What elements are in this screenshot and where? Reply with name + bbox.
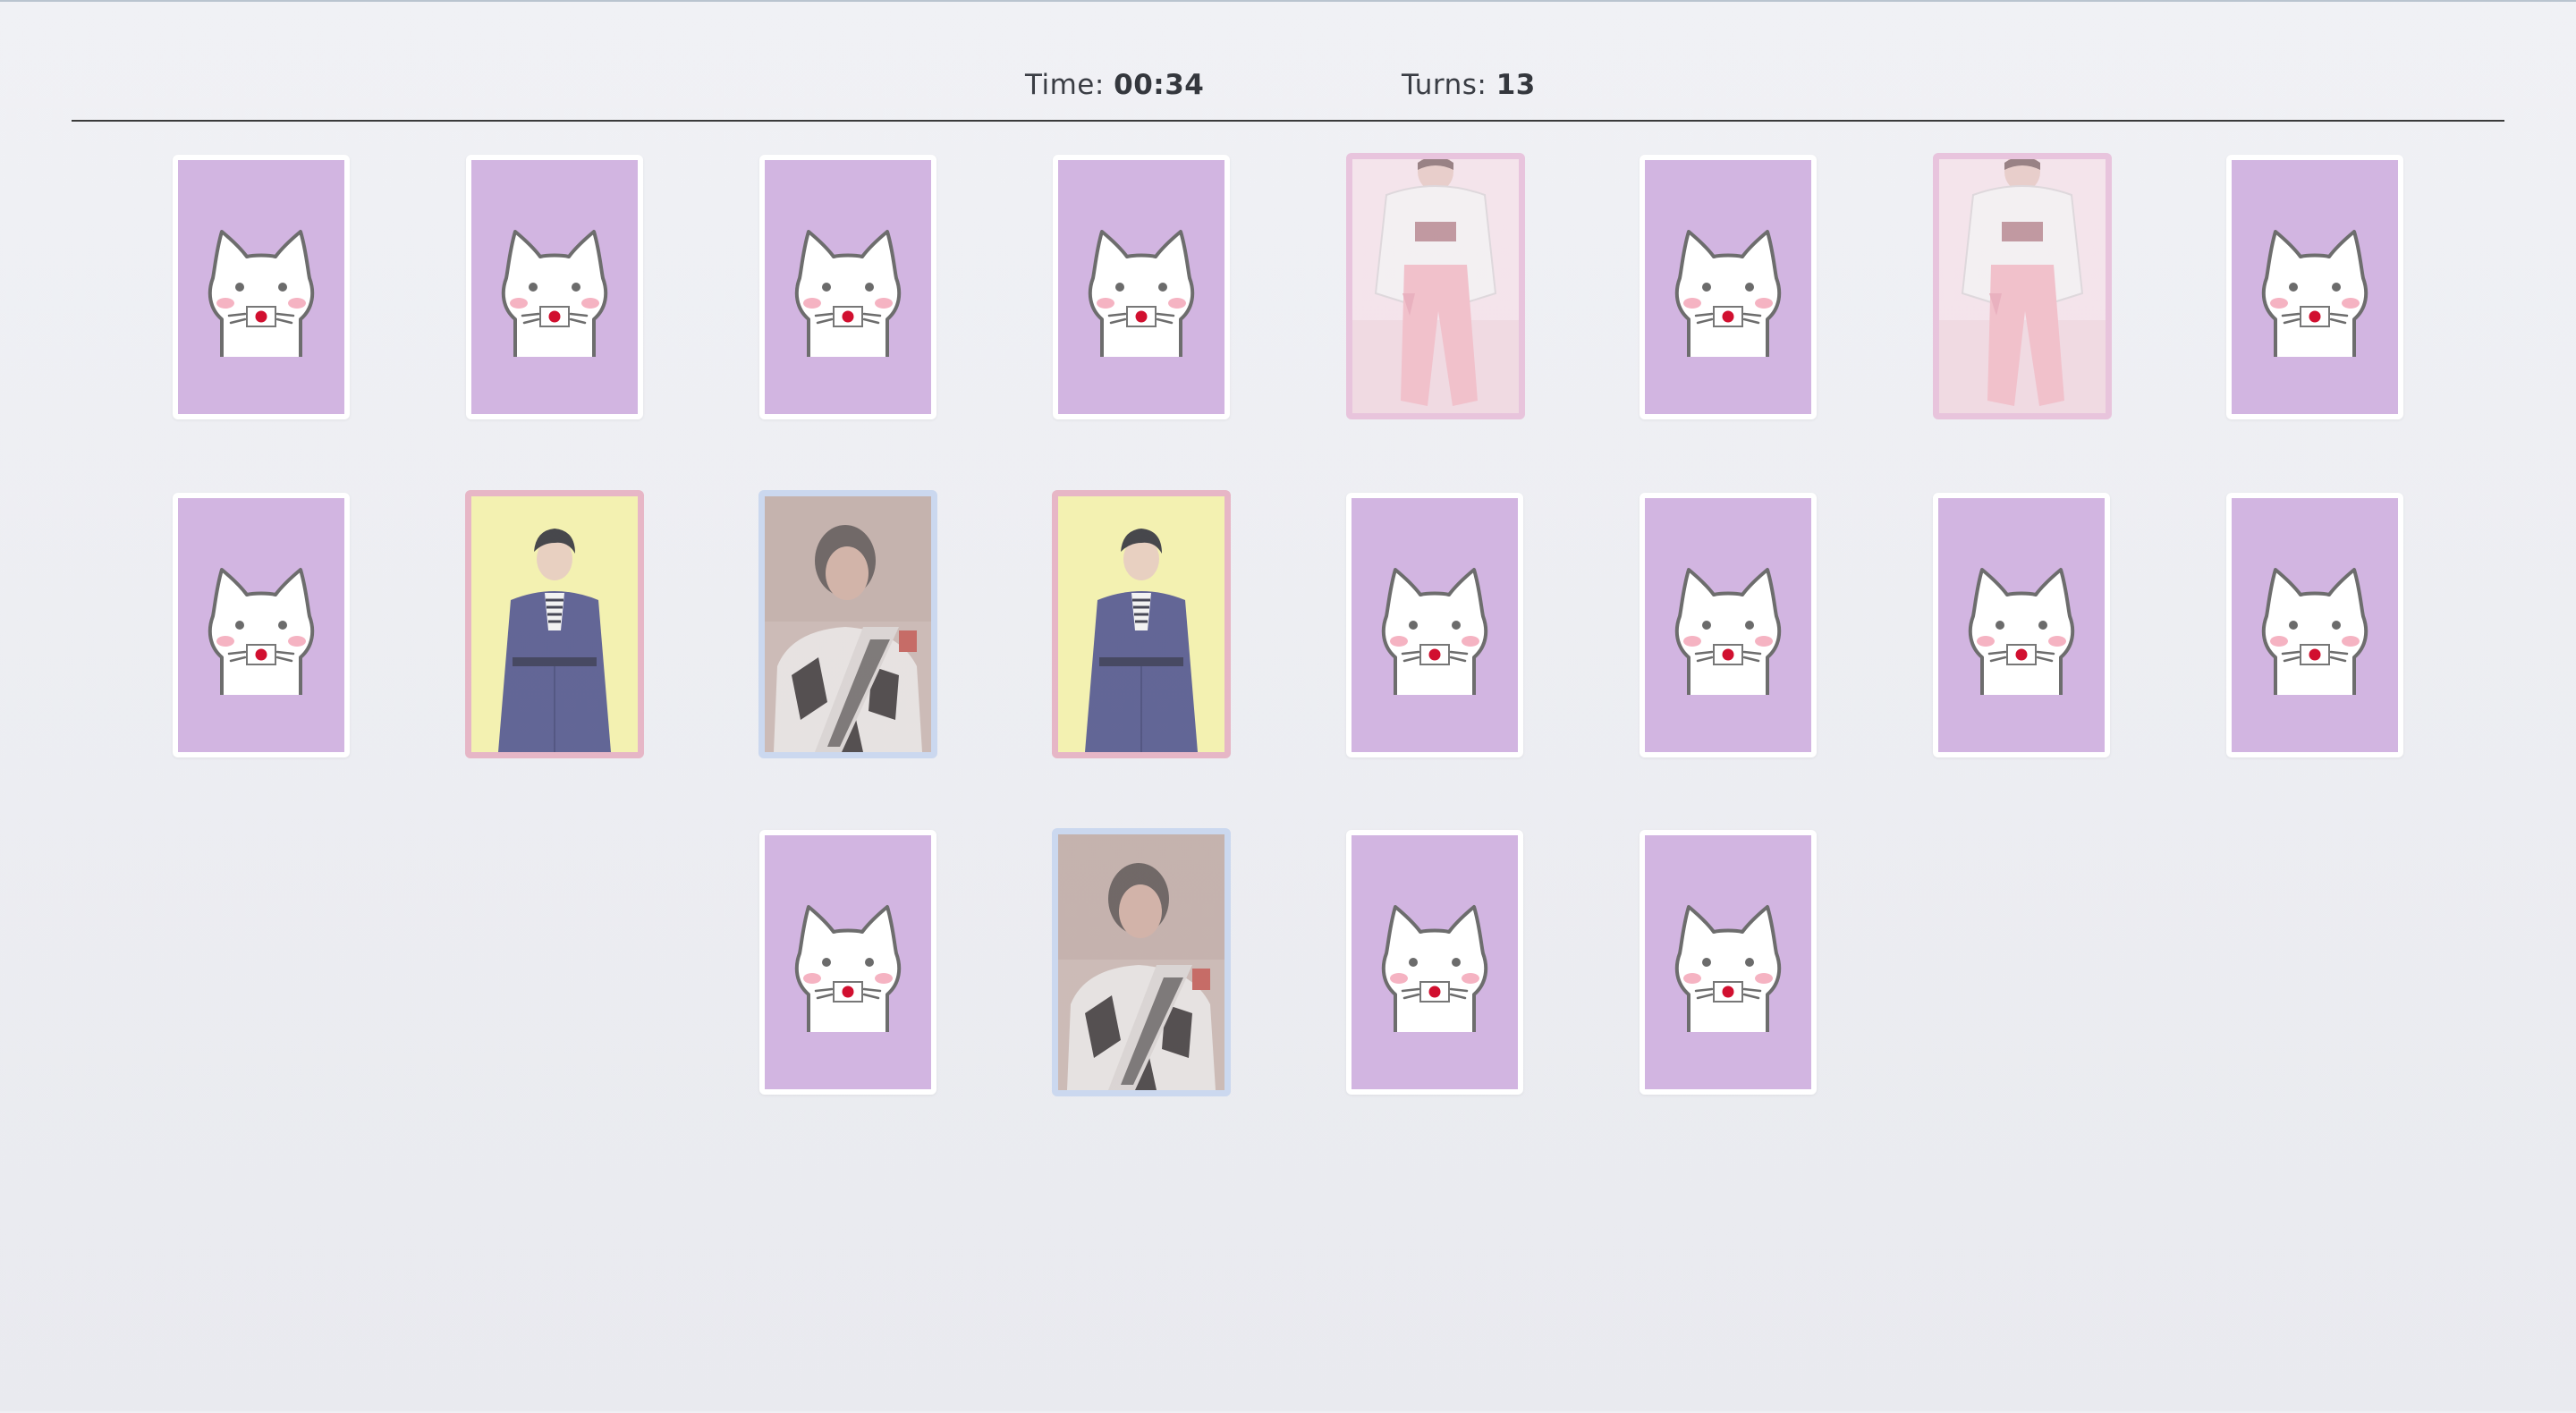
- cat-icon: [2256, 223, 2374, 357]
- card-back[interactable]: [1640, 155, 1817, 419]
- card-revealed-pink-outfit[interactable]: [1346, 153, 1525, 419]
- person-yellow-background-photo: [471, 496, 638, 752]
- cat-icon: [2256, 561, 2374, 695]
- person-patterned-jacket-photo: [765, 496, 931, 752]
- cat-icon: [789, 223, 907, 357]
- card-back[interactable]: [759, 830, 936, 1095]
- card-back[interactable]: [1640, 830, 1817, 1095]
- person-pink-outfit-photo: [1352, 159, 1519, 413]
- card-revealed-patterned-jacket[interactable]: [1052, 828, 1231, 1096]
- card-revealed-pink-outfit[interactable]: [1933, 153, 2112, 419]
- card-revealed-yellow-background[interactable]: [465, 490, 644, 758]
- card-back[interactable]: [1053, 155, 1230, 419]
- card-back[interactable]: [1640, 493, 1817, 757]
- card-back[interactable]: [173, 155, 350, 419]
- card-back[interactable]: [1933, 493, 2110, 757]
- cat-icon: [202, 561, 320, 695]
- cat-icon: [1082, 223, 1200, 357]
- cat-icon: [1669, 898, 1787, 1032]
- person-patterned-jacket-photo: [1058, 834, 1224, 1090]
- card-back[interactable]: [2226, 155, 2403, 419]
- card-back[interactable]: [173, 493, 350, 757]
- person-yellow-background-photo: [1058, 496, 1224, 752]
- cat-icon: [1962, 561, 2080, 695]
- card-back[interactable]: [1346, 830, 1523, 1095]
- card-back[interactable]: [466, 155, 643, 419]
- card-revealed-yellow-background[interactable]: [1052, 490, 1231, 758]
- person-pink-outfit-photo: [1939, 159, 2106, 413]
- cat-icon: [1376, 561, 1494, 695]
- card-board: [0, 2, 2576, 1413]
- card-back[interactable]: [759, 155, 936, 419]
- cat-icon: [789, 898, 907, 1032]
- card-back[interactable]: [1346, 493, 1523, 757]
- card-revealed-patterned-jacket[interactable]: [758, 490, 937, 758]
- cat-icon: [1669, 561, 1787, 695]
- card-back[interactable]: [2226, 493, 2403, 757]
- cat-icon: [496, 223, 614, 357]
- cat-icon: [1669, 223, 1787, 357]
- cat-icon: [202, 223, 320, 357]
- cat-icon: [1376, 898, 1494, 1032]
